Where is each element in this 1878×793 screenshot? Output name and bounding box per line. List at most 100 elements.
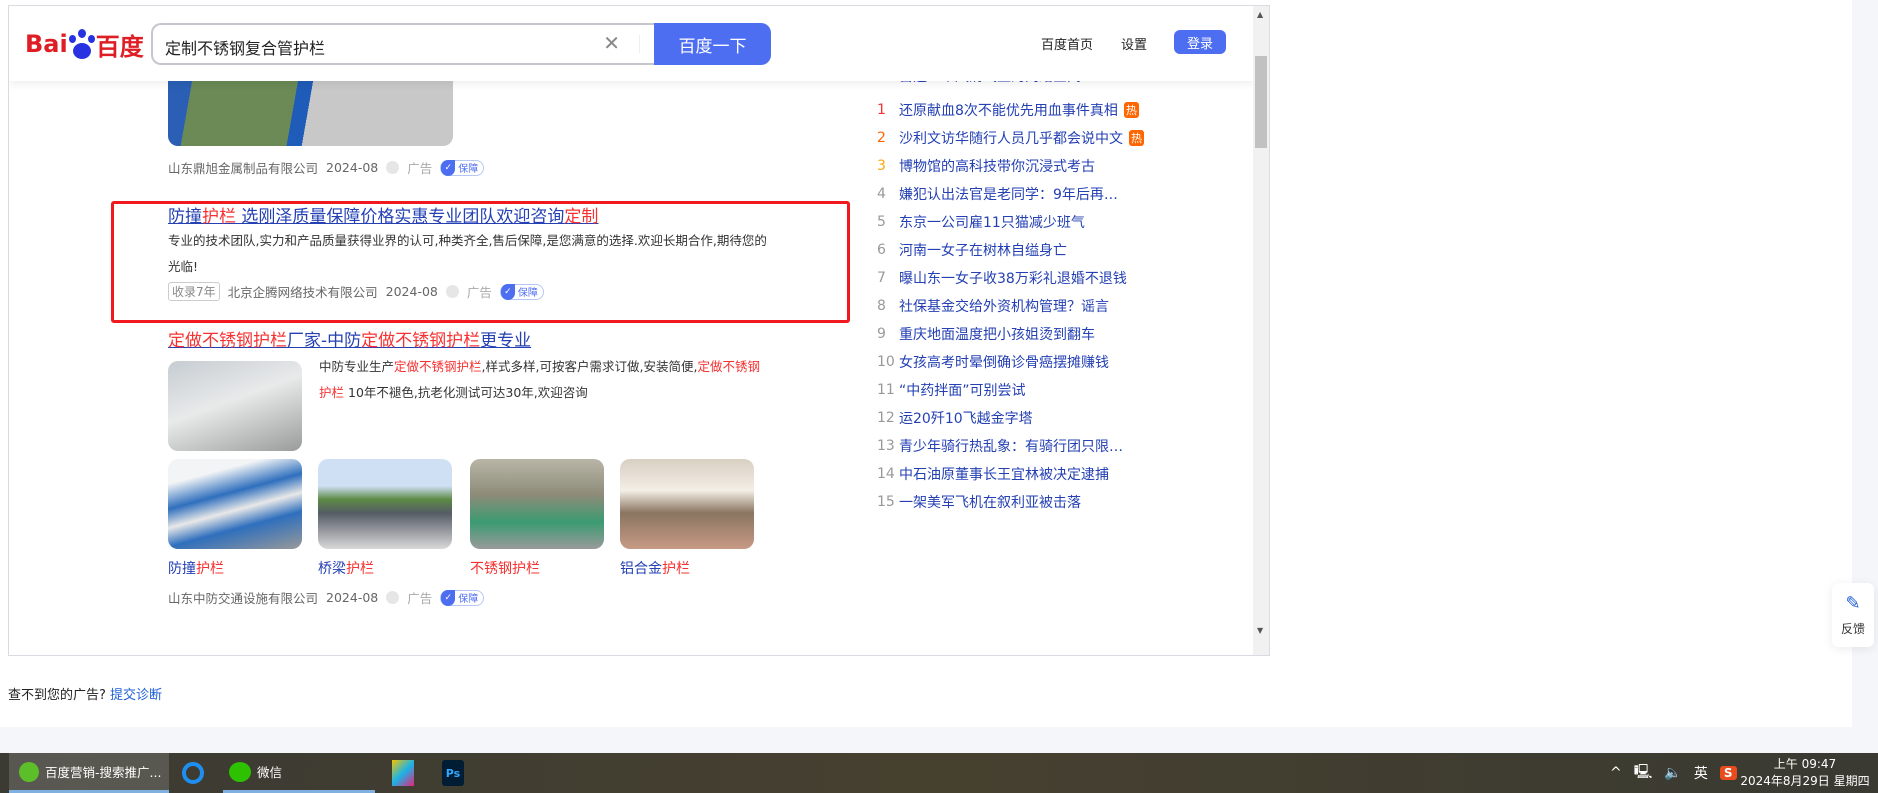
hot-title: 女孩高考时晕倒确诊骨癌摆摊赚钱 — [899, 355, 1109, 371]
photoshop-icon: Ps — [442, 760, 464, 786]
result-image[interactable] — [168, 361, 302, 451]
hot-rank: 10 — [877, 354, 895, 370]
home-link[interactable]: 百度首页 — [1041, 34, 1093, 53]
footer-note: 查不到您的广告? 提交诊断 — [8, 688, 163, 703]
hot-item[interactable]: 9 重庆地面温度把小孩姐烫到翻车 — [877, 324, 1095, 344]
hot-item[interactable]: 5 东京一公司雇11只猫减少班气 — [877, 212, 1085, 232]
hot-title: 嫌犯认出法官是老同学：9年后再… — [899, 187, 1118, 203]
hot-title: 中石油原董事长王宜林被决定逮捕 — [899, 467, 1109, 483]
clock[interactable]: 上午 09:47 2024年8月29日 星期四 — [1740, 756, 1870, 790]
submit-diagnosis-link[interactable]: 提交诊断 — [110, 688, 162, 703]
taskbar-app-wechat[interactable]: 微信 — [223, 753, 375, 793]
hot-title: 沙利文访华随行人员几乎都会说中文 — [899, 131, 1123, 147]
hot-item[interactable]: 12 运20歼10飞越金字塔 — [877, 408, 1033, 428]
taskbar: 百度营销-搜索推广... 微信 Ps ^ 🖳 🔈 英 S 上午 09:47 2024年8月… — [0, 753, 1878, 793]
system-tray: ^ 🖳 🔈 英 S — [1610, 753, 1737, 793]
pen-icon: ✎ — [1845, 593, 1861, 614]
hot-rank: 11 — [877, 382, 895, 398]
text-segment: 定做不锈钢护栏 — [361, 331, 481, 351]
hot-title: 重庆地面温度把小孩姐烫到翻车 — [899, 327, 1095, 343]
baidu-logo[interactable]: Bai 百度 — [25, 26, 144, 62]
hot-rank: 1 — [877, 102, 886, 118]
result-desc: 中防专业生产定做不锈钢护栏,样式多样,可按客户需求订做,安装简便,定做不锈钢护栏… — [319, 354, 769, 406]
hot-title: 河南一女子在树林自缢身亡 — [899, 243, 1067, 259]
gallery-caption[interactable]: 桥梁护栏 — [318, 558, 374, 578]
text-segment: 定做不锈钢护栏 — [394, 359, 482, 374]
hot-title: 运20歼10飞越金字塔 — [899, 411, 1033, 427]
taskbar-app-photoshop[interactable]: Ps — [442, 753, 464, 793]
taskbar-app-browser[interactable]: 百度营销-搜索推广... — [9, 753, 169, 793]
result-meta: 山东中防交通设施有限公司 2024-08 广告 ✓ 保障 — [168, 588, 485, 607]
hot-rank: 3 — [877, 158, 886, 174]
text-segment: 更专业 — [480, 331, 532, 351]
hot-rank: 5 — [877, 214, 886, 230]
hot-rank: 4 — [877, 186, 886, 202]
info-icon[interactable] — [386, 591, 400, 604]
hot-title: 一架美军飞机在叙利亚被击落 — [899, 495, 1081, 511]
gallery-image[interactable] — [470, 459, 604, 549]
taskbar-app-qq[interactable] — [182, 753, 204, 793]
text-segment: 护栏 — [346, 561, 374, 577]
hot-item[interactable]: 15 一架美军飞机在叙利亚被击落 — [877, 492, 1081, 512]
text-segment: 护栏 — [662, 561, 690, 577]
ime-indicator[interactable]: 英 — [1694, 763, 1708, 783]
hot-item[interactable]: 14 中石油原董事长王宜林被决定逮捕 — [877, 464, 1109, 484]
hot-item[interactable]: 3 博物馆的高科技带你沉浸式考古 — [877, 156, 1095, 176]
hot-item[interactable]: 10 女孩高考时晕倒确诊骨癌摆摊赚钱 — [877, 352, 1109, 372]
text-segment: 定做不锈钢护栏 — [168, 331, 287, 351]
baidu-header: Bai 百度 定制不锈钢复合管护栏 ✕ 百度一下 百度首页 设置 登录 — [9, 6, 1253, 81]
text-segment: 中防专业生产 — [319, 359, 395, 374]
chevron-up-icon[interactable]: ^ — [1610, 765, 1622, 781]
taskbar-app-image[interactable] — [392, 753, 414, 793]
hot-item[interactable]: 1 还原献血8次不能优先用血事件真相热 — [877, 100, 1139, 120]
hot-item[interactable]: 7 曝山东一女子收38万彩礼退婚不退钱 — [877, 268, 1127, 288]
hot-badge: 热 — [1129, 130, 1144, 146]
result-meta: 山东鼎旭金属制品有限公司 2024-08 广告 ✓ 保障 — [168, 158, 485, 177]
hot-rank: 15 — [877, 494, 895, 510]
feedback-button[interactable]: ✎ 反馈 — [1832, 583, 1874, 647]
hot-title: “中药拌面”可别尝试 — [899, 383, 1026, 399]
gallery-caption[interactable]: 铝合金护栏 — [620, 558, 690, 578]
hot-title: 东京一公司雇11只猫减少班气 — [899, 215, 1085, 231]
hot-item[interactable]: 8 社保基金交给外资机构管理？谣言 — [877, 296, 1109, 316]
search-preview-frame: Bai 百度 定制不锈钢复合管护栏 ✕ 百度一下 百度首页 设置 登录 ▲ ▼ 山东鼎… — [8, 5, 1270, 656]
sogou-icon[interactable]: S — [1719, 766, 1737, 780]
hot-item[interactable]: 4 嫌犯认出法官是老同学：9年后再… — [877, 184, 1118, 204]
search-button[interactable]: 百度一下 — [654, 23, 771, 65]
guarantee-badge[interactable]: ✓ 保障 — [440, 589, 485, 606]
gallery-image[interactable] — [168, 459, 302, 549]
volume-icon[interactable]: 🔈 — [1664, 765, 1681, 781]
hot-title: 曝山东一女子收38万彩礼退婚不退钱 — [899, 271, 1127, 287]
paw-icon — [68, 29, 95, 59]
result-title[interactable]: 定做不锈钢护栏厂家-中防定做不锈钢护栏更专业 — [168, 326, 531, 351]
text-segment: 防撞 — [168, 561, 196, 577]
info-icon[interactable] — [386, 161, 400, 174]
login-button[interactable]: 登录 — [1174, 30, 1226, 54]
hot-item[interactable]: 6 河南一女子在树林自缢身亡 — [877, 240, 1067, 260]
qq-browser-icon — [182, 762, 204, 784]
hot-item[interactable]: 13 青少年骑行热乱象：有骑行团只限… — [877, 436, 1123, 456]
search-input[interactable]: 定制不锈钢复合管护栏 ✕ — [151, 23, 656, 65]
network-icon[interactable]: 🖳 — [1634, 761, 1653, 785]
hot-rank: 13 — [877, 438, 895, 454]
gallery-caption[interactable]: 防撞护栏 — [168, 558, 224, 578]
clear-icon[interactable]: ✕ — [603, 31, 620, 55]
text-segment: 10年不褪色,抗老化测试可达30年,欢迎咨询 — [344, 385, 588, 400]
text-segment: 厂家-中防 — [287, 331, 362, 351]
guarantee-badge[interactable]: ✓ 保障 — [440, 159, 485, 176]
hot-rank: 2 — [877, 130, 886, 146]
gallery-image[interactable] — [318, 459, 452, 549]
hot-rank: 12 — [877, 410, 895, 426]
hot-title: 社保基金交给外资机构管理？谣言 — [899, 299, 1109, 315]
hot-title: 还原献血8次不能优先用血事件真相 — [899, 103, 1118, 119]
gallery-image[interactable] — [620, 459, 754, 549]
hot-rank: 6 — [877, 242, 886, 258]
gallery-caption[interactable]: 不锈钢护栏 — [470, 558, 540, 578]
text-segment: 铝合金 — [620, 561, 662, 577]
hot-item[interactable]: 2 沙利文访华随行人员几乎都会说中文热 — [877, 128, 1144, 148]
hot-badge: 热 — [1123, 102, 1139, 118]
hot-item[interactable]: 11 “中药拌面”可别尝试 — [877, 380, 1026, 400]
scrollbar[interactable]: ▲ ▼ — [1253, 6, 1269, 655]
highlight-box — [111, 201, 850, 323]
settings-link[interactable]: 设置 — [1121, 34, 1147, 53]
